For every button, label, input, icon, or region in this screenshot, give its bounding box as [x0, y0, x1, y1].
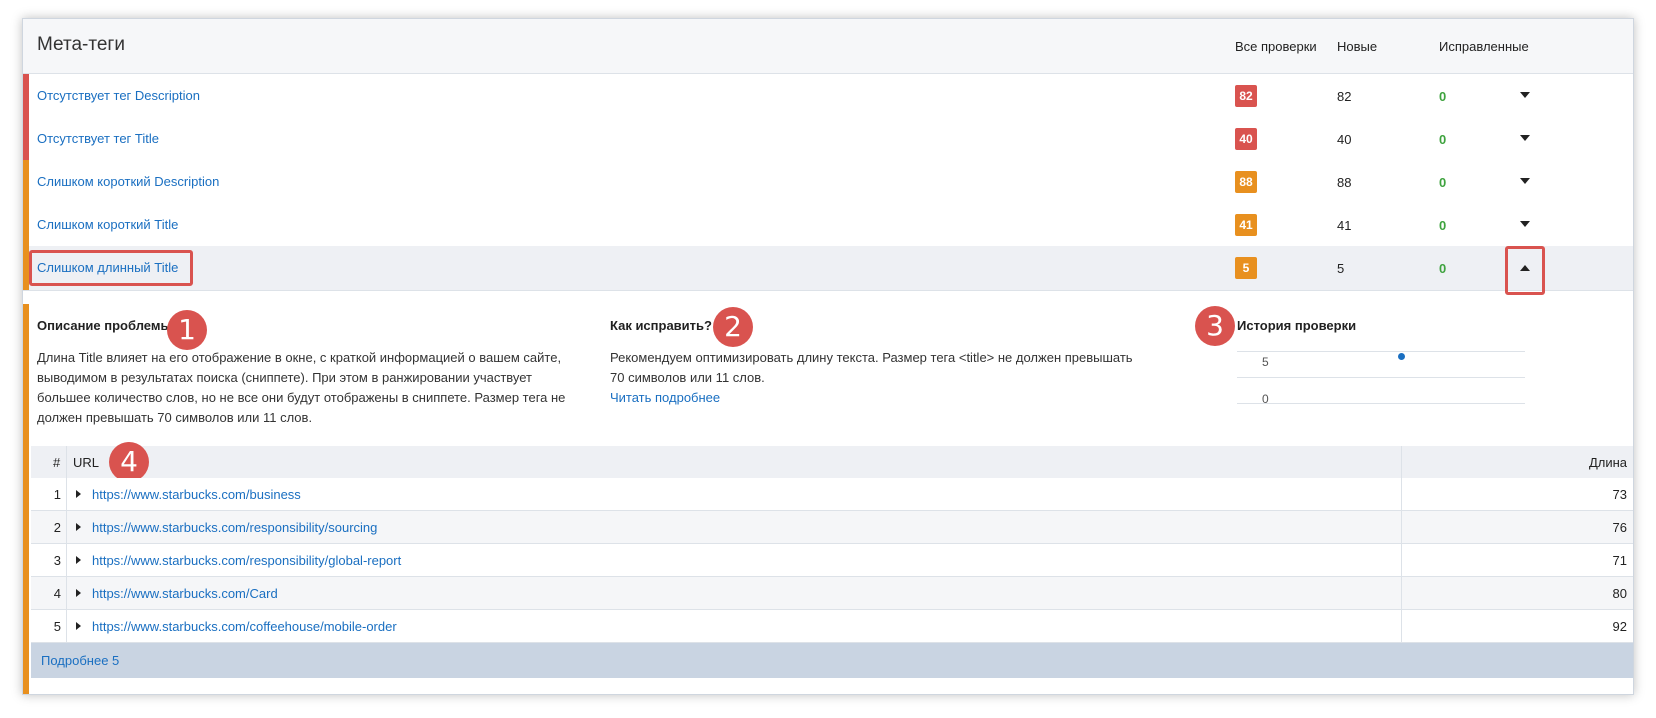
marker-3: 3 [1195, 306, 1235, 346]
table-row: 2 https://www.starbucks.com/responsibili… [31, 511, 1633, 544]
history-gridline [1237, 351, 1525, 352]
issue-detail: Описание проблемы Длина Title влияет на … [23, 304, 1633, 694]
new-count: 5 [1337, 261, 1345, 276]
history-gridline [1237, 403, 1525, 404]
new-count: 88 [1337, 175, 1352, 190]
issue-row-expanded[interactable]: Слишком длинный Title 5 5 0 [23, 246, 1633, 295]
problem-title: Описание проблемы [37, 318, 172, 333]
issue-row[interactable]: Слишком короткий Title 41 41 0 [23, 203, 1633, 248]
expand-caret-icon[interactable] [76, 556, 81, 564]
col-header-length: Длина [1588, 455, 1627, 470]
table-row: 4 https://www.starbucks.com/Card 80 [31, 577, 1633, 610]
new-count: 41 [1337, 218, 1352, 233]
read-more-link[interactable]: Читать подробнее [610, 388, 1170, 408]
severity-bar [23, 117, 29, 161]
history-tick: 5 [1262, 355, 1269, 369]
more-link[interactable]: Подробнее 5 [41, 653, 119, 668]
count-badge: 82 [1235, 85, 1257, 107]
length-value: 80 [1612, 586, 1627, 601]
issue-name-link[interactable]: Отсутствует тег Title [37, 131, 159, 146]
expand-caret-icon[interactable] [76, 490, 81, 498]
new-count: 82 [1337, 89, 1352, 104]
problem-text-line: Длина Title влияет на его отображение в … [37, 350, 562, 365]
chevron-down-icon[interactable] [1520, 221, 1530, 227]
column-divider [1401, 446, 1402, 643]
highlight-box [1505, 246, 1545, 295]
problem-text: Длина Title влияет на его отображение в … [37, 348, 597, 428]
column-new: Новые [1337, 39, 1378, 54]
fix-text-line: Рекомендуем оптимизировать длину текста.… [610, 350, 1133, 365]
url-link[interactable]: https://www.starbucks.com/responsibility… [92, 553, 401, 568]
url-link[interactable]: https://www.starbucks.com/Card [92, 586, 278, 601]
column-divider [66, 446, 67, 643]
history-tick: 0 [1262, 392, 1269, 406]
marker-1: 1 [167, 310, 207, 350]
length-value: 73 [1612, 487, 1627, 502]
expand-caret-icon[interactable] [76, 589, 81, 597]
issue-name-link[interactable]: Слишком короткий Title [37, 217, 178, 232]
chevron-down-icon[interactable] [1520, 135, 1530, 141]
fixed-count: 0 [1439, 218, 1447, 233]
more-bar: Подробнее 5 [31, 643, 1633, 678]
url-link[interactable]: https://www.starbucks.com/responsibility… [92, 520, 377, 535]
fixed-count: 0 [1439, 89, 1447, 104]
table-header: # URL Длина [31, 446, 1633, 478]
table-row: 1 https://www.starbucks.com/business 73 [31, 478, 1633, 511]
length-value: 71 [1612, 553, 1627, 568]
history-point[interactable] [1398, 353, 1405, 360]
chevron-down-icon[interactable] [1520, 92, 1530, 98]
severity-bar [23, 74, 29, 118]
fix-text-line: 70 символов или 11 слов. [610, 370, 765, 385]
problem-text-line: выводимом в результатах поиска (сниппете… [37, 370, 533, 385]
count-badge: 88 [1235, 171, 1257, 193]
issue-name-link[interactable]: Слишком короткий Description [37, 174, 219, 189]
issue-row[interactable]: Отсутствует тег Title 40 40 0 [23, 117, 1633, 162]
url-link[interactable]: https://www.starbucks.com/business [92, 487, 301, 502]
column-fixed: Исправленные [1439, 39, 1529, 54]
row-number: 4 [53, 586, 61, 601]
issue-name-link[interactable]: Отсутствует тег Description [37, 88, 200, 103]
count-badge: 41 [1235, 214, 1257, 236]
fixed-count: 0 [1439, 261, 1447, 276]
issue-row[interactable]: Слишком короткий Description 88 88 0 [23, 160, 1633, 205]
count-badge: 5 [1235, 257, 1257, 279]
highlight-box [29, 250, 193, 286]
row-number: 3 [53, 553, 61, 568]
url-table: # URL Длина 4 1 https://www.starbucks.co… [31, 442, 1633, 694]
issue-row[interactable]: Отсутствует тег Description 82 82 0 [23, 74, 1633, 119]
row-number: 5 [53, 619, 61, 634]
fixed-count: 0 [1439, 175, 1447, 190]
problem-text-line: должен превышать 70 символов или 11 слов… [37, 410, 313, 425]
expand-caret-icon[interactable] [76, 622, 81, 630]
length-value: 92 [1612, 619, 1627, 634]
fix-text: Рекомендуем оптимизировать длину текста.… [610, 348, 1170, 408]
fix-title: Как исправить? [610, 318, 712, 333]
col-header-num: # [53, 455, 61, 470]
meta-tags-panel: Мета-теги Все проверки Новые Исправленны… [22, 18, 1634, 695]
new-count: 40 [1337, 132, 1352, 147]
panel-header: Мета-теги Все проверки Новые Исправленны… [23, 19, 1633, 74]
table-row: 5 https://www.starbucks.com/coffeehouse/… [31, 610, 1633, 643]
row-number: 2 [53, 520, 61, 535]
fixed-count: 0 [1439, 132, 1447, 147]
chevron-down-icon[interactable] [1520, 178, 1530, 184]
url-link[interactable]: https://www.starbucks.com/coffeehouse/mo… [92, 619, 397, 634]
history-gridline [1237, 377, 1525, 378]
marker-4: 4 [109, 442, 149, 482]
col-header-url: URL [73, 455, 100, 470]
severity-bar [23, 160, 29, 204]
expand-caret-icon[interactable] [76, 523, 81, 531]
count-badge: 40 [1235, 128, 1257, 150]
marker-2: 2 [713, 307, 753, 347]
severity-bar [23, 304, 29, 694]
history-title: История проверки [1237, 318, 1357, 333]
length-value: 76 [1612, 520, 1627, 535]
problem-text-line: большее количество слов, но не все они б… [37, 390, 566, 405]
column-all-checks: Все проверки [1235, 39, 1317, 54]
table-row: 3 https://www.starbucks.com/responsibili… [31, 544, 1633, 577]
severity-bar [23, 203, 29, 247]
row-number: 1 [53, 487, 61, 502]
panel-title: Мета-теги [37, 34, 125, 55]
